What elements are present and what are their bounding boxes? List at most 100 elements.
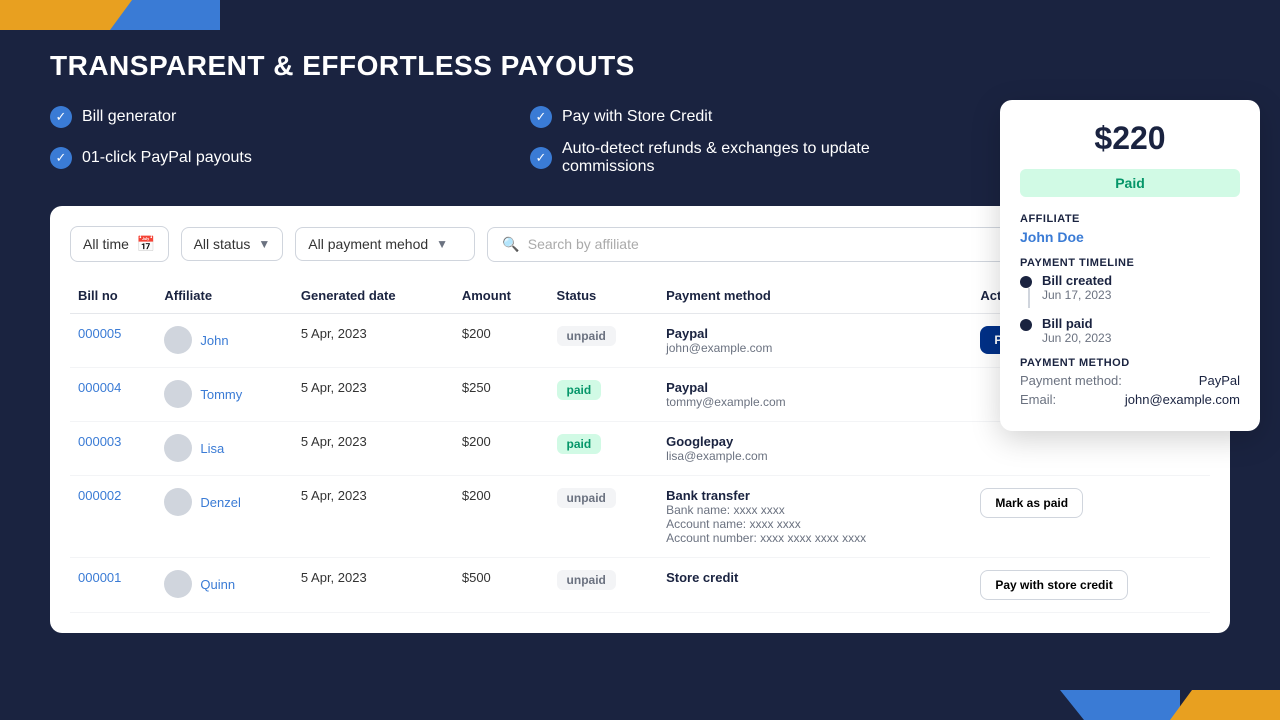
deco-top-left	[0, 0, 220, 30]
status-filter-label: All status	[194, 236, 251, 252]
popup-status-badge: Paid	[1020, 169, 1240, 197]
time-filter[interactable]: All time 📅	[70, 226, 169, 262]
timeline-line-1	[1028, 288, 1030, 308]
amount-1: $250	[454, 368, 549, 422]
feature-store-credit: ✓ Pay with Store Credit	[530, 106, 950, 128]
avatar-4	[164, 570, 192, 598]
date-1: 5 Apr, 2023	[293, 368, 454, 422]
affiliate-name-1: Tommy	[200, 387, 242, 402]
popup-method-label: PAYMENT METHOD	[1020, 357, 1240, 369]
bill-link-0[interactable]: 000005	[78, 326, 121, 341]
timeline-dot-1	[1020, 276, 1032, 288]
payment-method-4: Store credit	[666, 570, 964, 585]
page-title: TRANSPARENT & EFFORTLESS PAYOUTS	[50, 50, 1230, 82]
payment-method-0: Paypaljohn@example.com	[666, 326, 964, 355]
avatar-0	[164, 326, 192, 354]
email-value: john@example.com	[1125, 392, 1240, 407]
feature-label-2: Pay with Store Credit	[562, 108, 712, 126]
popup-amount: $220	[1020, 120, 1240, 157]
status-badge-2: paid	[557, 434, 602, 454]
avatar-3	[164, 488, 192, 516]
store-credit-button-4[interactable]: Pay with store credit	[980, 570, 1127, 600]
check-icon-4: ✓	[530, 147, 552, 169]
event-name-2: Bill paid	[1042, 316, 1111, 331]
check-icon-1: ✓	[50, 106, 72, 128]
email-label: Email:	[1020, 392, 1056, 407]
date-2: 5 Apr, 2023	[293, 422, 454, 476]
payment-method-label: Payment method:	[1020, 373, 1122, 388]
amount-2: $200	[454, 422, 549, 476]
popup-method-row: Payment method: PayPal	[1020, 373, 1240, 388]
popup-email-row: Email: john@example.com	[1020, 392, 1240, 407]
date-4: 5 Apr, 2023	[293, 558, 454, 613]
avatar-1	[164, 380, 192, 408]
col-header-status: Status	[549, 278, 659, 314]
feature-label-3: 01-click PayPal payouts	[82, 149, 252, 167]
popup-card: $220 Paid AFFILIATE John Doe PAYMENT TIM…	[1000, 100, 1260, 431]
affiliate-cell-3: Denzel	[164, 488, 285, 516]
mark-paid-button-3[interactable]: Mark as paid	[980, 488, 1083, 518]
timeline-dot-2	[1020, 319, 1032, 331]
calendar-icon: 📅	[137, 235, 156, 253]
date-3: 5 Apr, 2023	[293, 476, 454, 558]
affiliate-cell-0: John	[164, 326, 285, 354]
avatar-2	[164, 434, 192, 462]
timeline-item-2: Bill paid Jun 20, 2023	[1020, 316, 1240, 345]
deco-bottom-right	[1060, 690, 1280, 720]
action-cell-3: Mark as paid	[972, 476, 1210, 558]
bill-link-2[interactable]: 000003	[78, 434, 121, 449]
payment-method-2: Googlepaylisa@example.com	[666, 434, 964, 463]
payment-filter[interactable]: All payment mehod ▼	[295, 227, 475, 261]
feature-auto-detect: ✓ Auto-detect refunds & exchanges to upd…	[530, 140, 950, 176]
feature-paypal: ✓ 01-click PayPal payouts	[50, 140, 470, 176]
affiliate-cell-4: Quinn	[164, 570, 285, 598]
col-header-bill-no: Bill no	[70, 278, 156, 314]
event-name-1: Bill created	[1042, 273, 1112, 288]
affiliate-name-2: Lisa	[200, 441, 224, 456]
col-header-payment: Payment method	[658, 278, 972, 314]
search-icon: 🔍	[502, 236, 519, 253]
timeline-content-2: Bill paid Jun 20, 2023	[1042, 316, 1111, 345]
features-grid: ✓ Bill generator ✓ Pay with Store Credit…	[50, 106, 950, 176]
status-badge-4: unpaid	[557, 570, 616, 590]
popup-affiliate-label: AFFILIATE	[1020, 213, 1240, 225]
event-date-1: Jun 17, 2023	[1042, 288, 1112, 302]
feature-bill-gen: ✓ Bill generator	[50, 106, 470, 128]
payment-filter-label: All payment mehod	[308, 236, 428, 252]
action-cell-4: Pay with store credit	[972, 558, 1210, 613]
feature-label-4: Auto-detect refunds & exchanges to updat…	[562, 140, 950, 176]
affiliate-name-3: Denzel	[200, 495, 240, 510]
check-icon-3: ✓	[50, 147, 72, 169]
amount-3: $200	[454, 476, 549, 558]
payment-method-value: PayPal	[1199, 373, 1240, 388]
col-header-date: Generated date	[293, 278, 454, 314]
table-row: 000001 Quinn 5 Apr, 2023$500unpaid Store…	[70, 558, 1210, 613]
status-badge-3: unpaid	[557, 488, 616, 508]
feature-label-1: Bill generator	[82, 108, 176, 126]
bill-link-4[interactable]: 000001	[78, 570, 121, 585]
check-icon-2: ✓	[530, 106, 552, 128]
payment-method-1: Paypaltommy@example.com	[666, 380, 964, 409]
col-header-affiliate: Affiliate	[156, 278, 293, 314]
popup-timeline-label: PAYMENT TIMELINE	[1020, 257, 1240, 269]
affiliate-name-4: Quinn	[200, 577, 235, 592]
popup-affiliate-name: John Doe	[1020, 229, 1240, 245]
bill-link-1[interactable]: 000004	[78, 380, 121, 395]
affiliate-cell-2: Lisa	[164, 434, 285, 462]
affiliate-name-0: John	[200, 333, 228, 348]
timeline-item-1: Bill created Jun 17, 2023	[1020, 273, 1240, 310]
chevron-down-icon-2: ▼	[436, 237, 448, 251]
search-placeholder: Search by affiliate	[528, 236, 639, 252]
timeline-content-1: Bill created Jun 17, 2023	[1042, 273, 1112, 302]
chevron-down-icon-1: ▼	[258, 237, 270, 251]
affiliate-cell-1: Tommy	[164, 380, 285, 408]
col-header-amount: Amount	[454, 278, 549, 314]
bill-link-3[interactable]: 000002	[78, 488, 121, 503]
event-date-2: Jun 20, 2023	[1042, 331, 1111, 345]
status-badge-0: unpaid	[557, 326, 616, 346]
time-filter-label: All time	[83, 236, 129, 252]
date-0: 5 Apr, 2023	[293, 314, 454, 368]
table-row: 000002 Denzel 5 Apr, 2023$200unpaid Bank…	[70, 476, 1210, 558]
status-badge-1: paid	[557, 380, 602, 400]
status-filter[interactable]: All status ▼	[181, 227, 284, 261]
